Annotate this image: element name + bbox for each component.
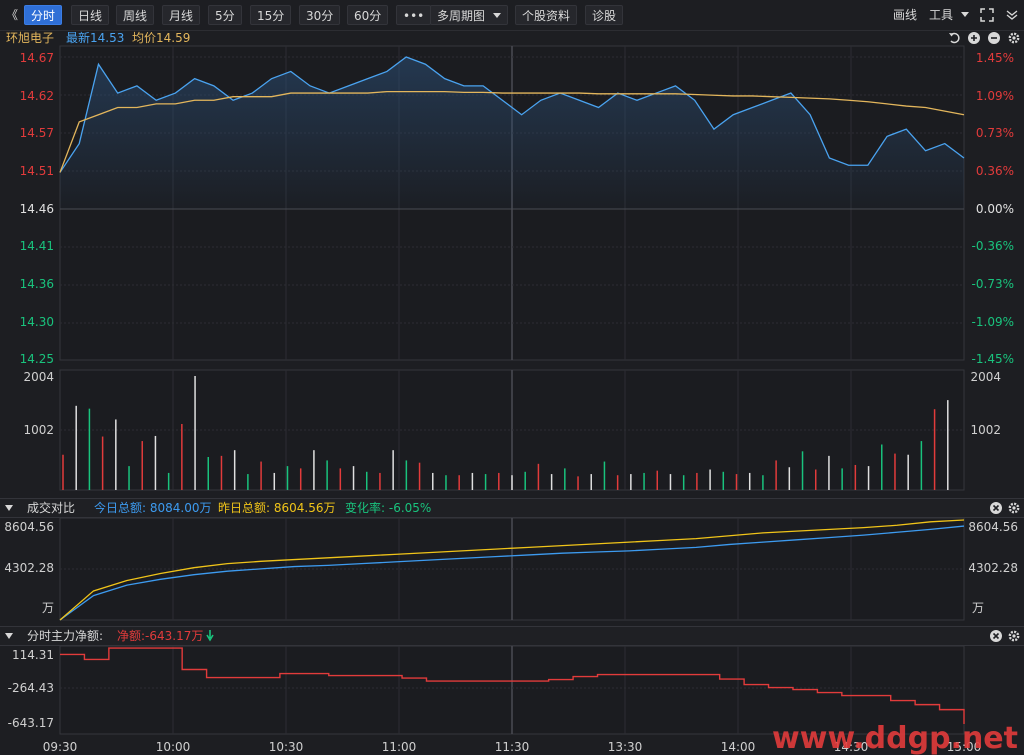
percent-tick: 1.45% <box>976 51 1014 65</box>
price-panel-frame <box>59 45 965 361</box>
average-price: 均价14.59 <box>132 31 191 45</box>
net-amount: 净额:-643.17万 <box>117 629 204 643</box>
tab-monthly[interactable]: 月线 <box>162 5 201 25</box>
volume-panel-frame <box>59 369 965 491</box>
undo-icon[interactable] <box>948 32 960 44</box>
price-tick: 14.62 <box>20 89 54 103</box>
watermark: www.ddgp.net <box>772 721 1018 755</box>
tab-15min[interactable]: 15分 <box>250 5 292 25</box>
time-tick: 10:30 <box>269 740 304 754</box>
volume-tick-top: 2004 <box>23 370 54 384</box>
time-tick: 15:00 <box>947 740 982 754</box>
collapse-icon[interactable] <box>5 633 13 639</box>
tab-30min[interactable]: 30分 <box>299 5 341 25</box>
price-area-fill <box>60 57 964 209</box>
collapse-icon[interactable] <box>5 505 13 511</box>
turnover-tick-mid-right: 4302.28 <box>968 561 1018 575</box>
toolbar: 《 分时 日线 周线 月线 5分 15分 30分 60分 ••• 多周期图 个股… <box>0 0 1024 31</box>
percent-tick: 0.36% <box>976 164 1014 178</box>
chevron-down-icon <box>493 13 502 18</box>
time-tick: 09:30 <box>43 740 78 754</box>
time-tick: 11:00 <box>382 740 417 754</box>
today-turnover-line <box>59 525 965 621</box>
volume-tick-mid: 1002 <box>23 423 54 437</box>
diagnose-button[interactable]: 诊股 <box>585 5 624 25</box>
netflow-tick-top: 114.31 <box>12 648 54 662</box>
tab-daily[interactable]: 日线 <box>71 5 110 25</box>
netflow-panel-header: 分时主力净额: 净额:-643.17万 <box>0 626 1024 646</box>
turnover-tick-mid: 4302.28 <box>4 561 54 575</box>
change-rate: 变化率: -6.05% <box>345 501 432 515</box>
tools-button[interactable]: 工具 <box>929 5 969 25</box>
percent-tick: -1.09% <box>972 315 1014 329</box>
time-tick: 11:30 <box>495 740 530 754</box>
volume-tick-top-right: 2004 <box>970 370 1001 384</box>
percent-tick: 0.73% <box>976 126 1014 140</box>
turnover-unit: 万 <box>42 601 54 615</box>
fullscreen-icon[interactable] <box>980 8 994 22</box>
settings-icon[interactable] <box>1008 630 1020 642</box>
collapse-button[interactable]: 《 <box>6 5 18 25</box>
price-tick: 14.25 <box>20 352 54 366</box>
turnover-title: 成交对比 <box>27 501 76 515</box>
price-tick: 14.36 <box>20 277 54 291</box>
yesterday-total: 昨日总额: 8604.56万 <box>218 501 336 515</box>
settings-icon[interactable] <box>1008 502 1020 514</box>
time-tick: 14:00 <box>721 740 756 754</box>
percent-tick: 1.09% <box>976 89 1014 103</box>
price-tick: 14.51 <box>20 164 54 178</box>
turnover-tick-top: 8604.56 <box>4 520 54 534</box>
price-tick: 14.46 <box>20 202 54 216</box>
latest-price: 最新14.53 <box>66 31 125 45</box>
draw-line-button[interactable]: 画线 <box>893 5 917 25</box>
multi-period-label: 多周期图 <box>437 9 486 23</box>
tab-weekly[interactable]: 周线 <box>116 5 155 25</box>
netflow-panel-frame <box>59 645 965 735</box>
percent-tick: -0.73% <box>972 277 1014 291</box>
volume-tick-mid-right: 1002 <box>970 423 1001 437</box>
tab-intraday[interactable]: 分时 <box>24 5 63 25</box>
turnover-tick-top-right: 8604.56 <box>968 520 1018 534</box>
turnover-panel-frame <box>59 517 965 621</box>
percent-tick: -0.36% <box>972 239 1014 253</box>
close-icon[interactable] <box>990 502 1002 514</box>
price-tick: 14.57 <box>20 126 54 140</box>
time-tick: 13:30 <box>608 740 643 754</box>
price-tick: 14.30 <box>20 315 54 329</box>
close-icon[interactable] <box>990 630 1002 642</box>
netflow-tick-mid: -264.43 <box>8 681 54 695</box>
expand-icon[interactable] <box>1006 10 1018 20</box>
today-total: 今日总额: 8084.00万 <box>94 501 212 515</box>
percent-tick: -1.45% <box>972 352 1014 366</box>
zoom-in-icon[interactable] <box>968 32 980 44</box>
more-button[interactable]: ••• <box>396 5 432 25</box>
tools-label: 工具 <box>929 8 954 22</box>
arrow-down-icon <box>206 630 214 642</box>
percent-tick: 0.00% <box>976 202 1014 216</box>
turnover-panel-header: 成交对比 今日总额: 8084.00万 昨日总额: 8604.56万 变化率: … <box>0 498 1024 518</box>
price-tick: 14.41 <box>20 239 54 253</box>
price-line <box>59 56 965 173</box>
netflow-title: 分时主力净额: <box>27 629 104 643</box>
multi-period-dropdown[interactable]: 多周期图 <box>430 5 509 25</box>
tab-5min[interactable]: 5分 <box>208 5 242 25</box>
stock-name: 环旭电子 <box>6 31 55 45</box>
turnover-unit-right: 万 <box>972 601 984 615</box>
tab-60min[interactable]: 60分 <box>347 5 389 25</box>
netflow-tick-bottom: -643.17 <box>8 716 54 730</box>
settings-icon[interactable] <box>1008 32 1020 44</box>
chevron-down-icon <box>960 12 969 17</box>
time-tick: 14:30 <box>834 740 869 754</box>
stock-info-button[interactable]: 个股资料 <box>515 5 578 25</box>
average-price-line <box>59 90 965 173</box>
yesterday-turnover-line <box>59 519 965 621</box>
netflow-line <box>60 647 965 724</box>
price-tick: 14.67 <box>20 51 54 65</box>
zoom-out-icon[interactable] <box>988 32 1000 44</box>
quote-bar: 环旭电子 最新14.53 均价14.59 <box>0 30 1024 46</box>
time-tick: 10:00 <box>156 740 191 754</box>
